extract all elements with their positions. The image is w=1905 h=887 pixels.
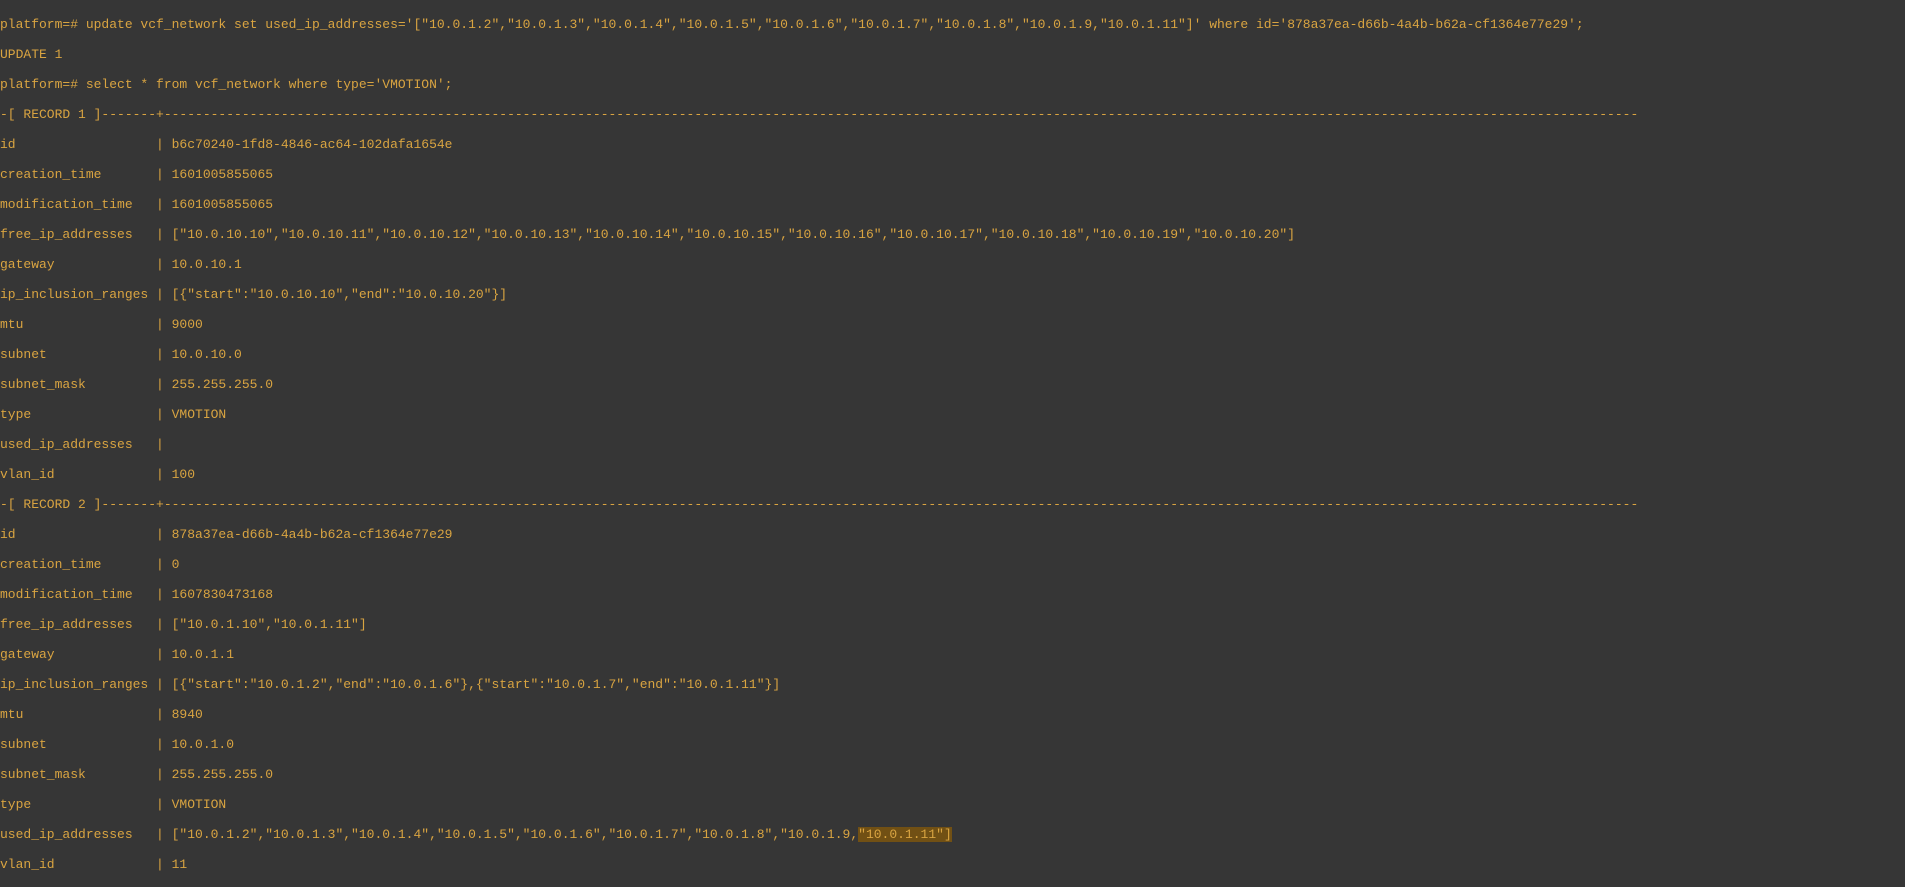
field-subnet-mask: subnet_mask | 255.255.255.0 (0, 767, 1905, 782)
field-modification-time: modification_time | 1607830473168 (0, 587, 1905, 602)
field-free-ip-addresses: free_ip_addresses | ["10.0.10.10","10.0.… (0, 227, 1905, 242)
field-ip-inclusion-ranges: ip_inclusion_ranges | [{"start":"10.0.10… (0, 287, 1905, 302)
field-modification-time: modification_time | 1601005855065 (0, 197, 1905, 212)
terminal-output: platform=# update vcf_network set used_i… (0, 0, 1905, 887)
field-vlan-id: vlan_id | 11 (0, 857, 1905, 872)
terminal-line: platform=# update vcf_network set used_i… (0, 17, 1905, 32)
record-separator: -[ RECORD 1 ]-------+-------------------… (0, 107, 1905, 122)
field-creation-time: creation_time | 1601005855065 (0, 167, 1905, 182)
field-free-ip-addresses: free_ip_addresses | ["10.0.1.10","10.0.1… (0, 617, 1905, 632)
field-vlan-id: vlan_id | 100 (0, 467, 1905, 482)
field-creation-time: creation_time | 0 (0, 557, 1905, 572)
record-separator: -[ RECORD 2 ]-------+-------------------… (0, 497, 1905, 512)
field-subnet-mask: subnet_mask | 255.255.255.0 (0, 377, 1905, 392)
field-gateway: gateway | 10.0.10.1 (0, 257, 1905, 272)
terminal-line: UPDATE 1 (0, 47, 1905, 62)
field-id: id | 878a37ea-d66b-4a4b-b62a-cf1364e77e2… (0, 527, 1905, 542)
field-mtu: mtu | 9000 (0, 317, 1905, 332)
field-used-ip-addresses: used_ip_addresses | ["10.0.1.2","10.0.1.… (0, 827, 1905, 842)
used-ip-prefix: used_ip_addresses | ["10.0.1.2","10.0.1.… (0, 827, 858, 842)
highlighted-ip: "10.0.1.11"] (858, 827, 952, 842)
field-used-ip-addresses: used_ip_addresses | (0, 437, 1905, 452)
field-type: type | VMOTION (0, 407, 1905, 422)
field-subnet: subnet | 10.0.1.0 (0, 737, 1905, 752)
field-subnet: subnet | 10.0.10.0 (0, 347, 1905, 362)
field-mtu: mtu | 8940 (0, 707, 1905, 722)
field-id: id | b6c70240-1fd8-4846-ac64-102dafa1654… (0, 137, 1905, 152)
terminal-line: platform=# select * from vcf_network whe… (0, 77, 1905, 92)
field-ip-inclusion-ranges: ip_inclusion_ranges | [{"start":"10.0.1.… (0, 677, 1905, 692)
field-type: type | VMOTION (0, 797, 1905, 812)
field-gateway: gateway | 10.0.1.1 (0, 647, 1905, 662)
